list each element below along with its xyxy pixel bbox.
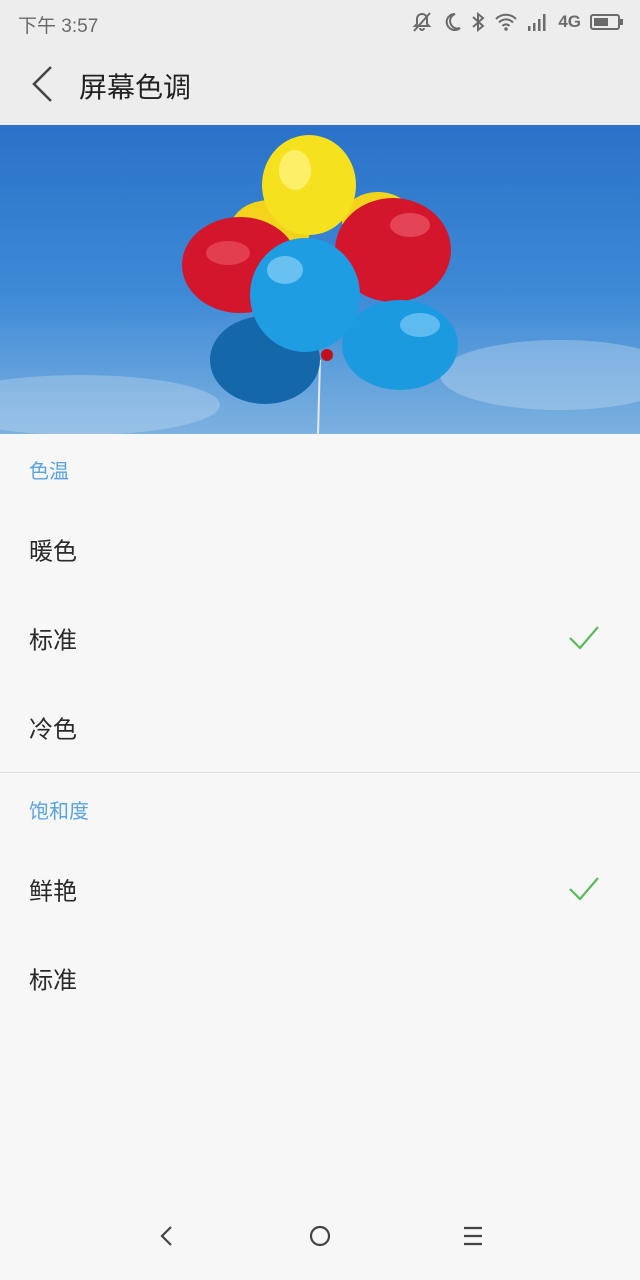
section-header-saturation: 饱和度 <box>29 799 89 823</box>
option-cool[interactable]: 冷色 <box>0 683 640 771</box>
hero-image <box>0 125 640 434</box>
bluetooth-icon <box>471 11 485 33</box>
back-nav-icon <box>160 1226 172 1246</box>
option-vivid[interactable]: 鲜艳 <box>0 845 640 933</box>
status-bar: 下午 3:57 4G <box>0 0 640 44</box>
page-title: 屏幕色调 <box>79 71 192 104</box>
menu-nav-button[interactable] <box>453 1216 493 1256</box>
back-nav-button[interactable] <box>147 1216 187 1256</box>
menu-nav-icon <box>464 1226 482 1246</box>
option-label: 鲜艳 <box>29 877 77 906</box>
wifi-icon <box>494 12 518 32</box>
chevron-left-icon <box>32 66 52 102</box>
checkmark-icon <box>568 624 600 656</box>
back-button[interactable] <box>24 62 64 106</box>
section-header-color-temperature: 色温 <box>29 459 69 483</box>
option-label: 暖色 <box>29 537 77 566</box>
muted-bell-icon <box>411 11 433 33</box>
option-label: 冷色 <box>29 715 77 744</box>
home-nav-button[interactable] <box>300 1216 340 1256</box>
moon-icon <box>442 11 462 33</box>
title-bar: 屏幕色调 <box>0 44 640 125</box>
navigation-bar <box>0 1192 640 1280</box>
battery-icon <box>590 13 624 31</box>
status-time: 下午 3:57 <box>18 16 99 37</box>
network-type: 4G <box>558 12 581 31</box>
home-nav-icon <box>309 1225 331 1247</box>
section-divider <box>0 772 640 773</box>
option-label: 标准 <box>29 626 77 655</box>
option-label: 标准 <box>29 966 77 995</box>
option-standard-saturation[interactable]: 标准 <box>0 934 640 1022</box>
option-warm[interactable]: 暖色 <box>0 505 640 593</box>
balloons-illustration <box>0 135 640 434</box>
checkmark-icon <box>568 875 600 907</box>
signal-icon <box>527 12 549 32</box>
status-icons: 4G <box>411 9 624 35</box>
option-standard-temperature[interactable]: 标准 <box>0 594 640 682</box>
